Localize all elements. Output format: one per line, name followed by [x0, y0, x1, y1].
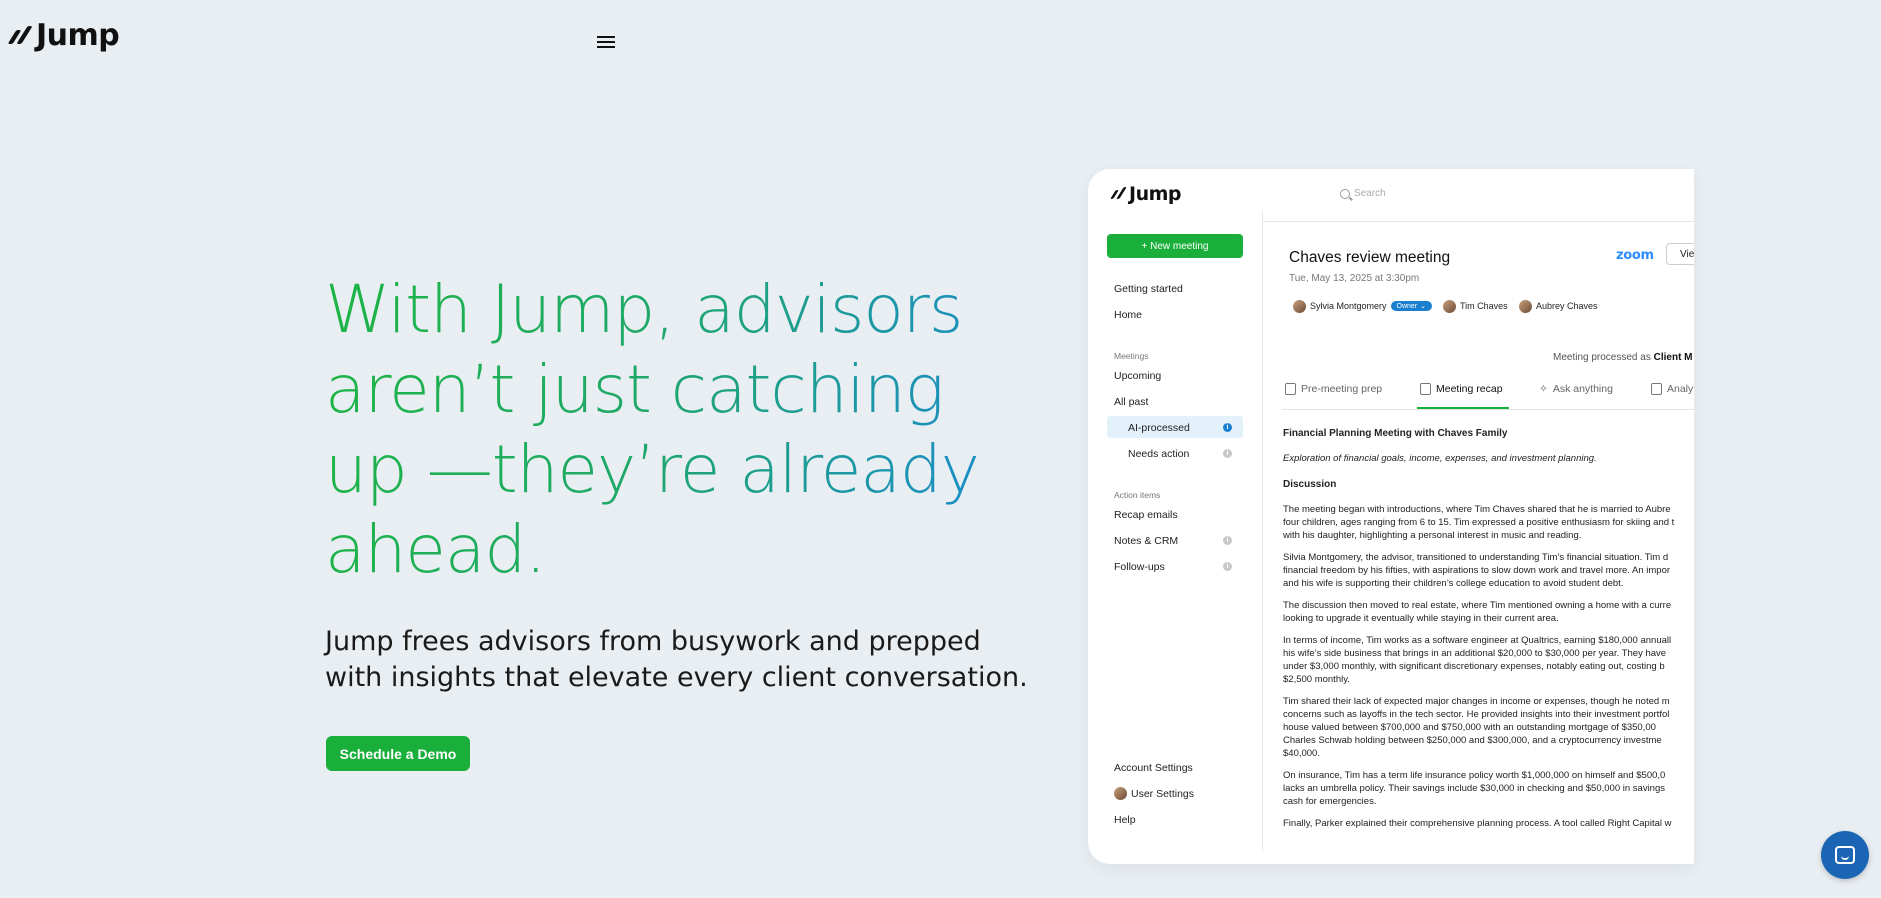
app-search-input[interactable]: Search — [1340, 188, 1386, 199]
file-icon — [1420, 383, 1431, 395]
sidebar-divider — [1262, 211, 1263, 851]
new-meeting-button[interactable]: + New meeting — [1107, 234, 1243, 258]
search-placeholder: Search — [1354, 188, 1386, 199]
recap-paragraph: Finally, Parker explained their comprehe… — [1283, 818, 1672, 829]
participant-chip[interactable]: Tim Chaves — [1443, 298, 1508, 314]
tabs-divider — [1282, 409, 1694, 410]
meeting-recap-content: Financial Planning Meeting with Chaves F… — [1283, 427, 1694, 839]
sidebar-item-follow-ups[interactable]: Follow-ups — [1114, 561, 1165, 573]
recap-paragraph: The discussion then moved to real estate… — [1283, 600, 1672, 624]
tab-label: Analy — [1667, 383, 1694, 395]
recap-paragraph: In terms of income, Tim works as a softw… — [1283, 635, 1672, 685]
info-icon: i — [1223, 562, 1232, 571]
view-button[interactable]: Vie — [1666, 243, 1694, 265]
menu-icon[interactable] — [597, 36, 615, 50]
sidebar-item-needs-action[interactable]: Needs action — [1128, 448, 1189, 460]
info-icon: i — [1223, 536, 1232, 545]
app-logo-text: Jump — [1129, 183, 1182, 205]
participant-name: Sylvia Montgomery — [1310, 301, 1387, 311]
owner-label: Owner — [1396, 302, 1418, 310]
avatar — [1293, 299, 1306, 313]
participant-chip[interactable]: Sylvia Montgomery Owner ⌄ — [1293, 298, 1433, 314]
document-icon — [1285, 383, 1296, 395]
sidebar-item-recap-emails[interactable]: Recap emails — [1114, 509, 1178, 521]
app-preview: Jump Search + New meeting Getting starte… — [1088, 169, 1694, 864]
hero-title: With Jump, advisors aren’t just catching… — [325, 270, 1025, 590]
avatar — [1443, 299, 1456, 313]
jump-logo-icon — [1110, 187, 1127, 201]
chat-icon — [1835, 846, 1855, 864]
jump-logo-icon — [6, 24, 33, 48]
sidebar-item-notes-crm[interactable]: Notes & CRM — [1114, 535, 1178, 547]
owner-badge[interactable]: Owner ⌄ — [1390, 301, 1433, 311]
tab-ask-anything[interactable]: ✧ Ask anything — [1539, 383, 1613, 395]
tab-pre-meeting-prep[interactable]: Pre-meeting prep — [1285, 383, 1382, 395]
sidebar-item-account-settings[interactable]: Account Settings — [1114, 762, 1193, 774]
processed-status: Meeting processed as Client M — [1553, 352, 1693, 363]
chart-icon — [1651, 383, 1662, 395]
avatar — [1114, 787, 1127, 800]
meeting-date: Tue, May 13, 2025 at 3:30pm — [1289, 273, 1420, 284]
tab-label: Ask anything — [1552, 383, 1613, 395]
tab-label: Pre-meeting prep — [1301, 383, 1383, 395]
brand-name: Jump — [36, 18, 120, 53]
recap-paragraph: The meeting began with introductions, wh… — [1283, 504, 1675, 541]
sparkle-icon: ✧ — [1539, 383, 1548, 395]
hero-subtitle: Jump frees advisors from busywork and pr… — [325, 626, 1028, 693]
schedule-demo-button[interactable]: Schedule a Demo — [326, 736, 470, 771]
chat-launcher-button[interactable] — [1821, 831, 1869, 879]
sidebar-item-user-settings[interactable]: User Settings — [1114, 787, 1194, 800]
info-icon: i — [1223, 423, 1232, 432]
app-logo: Jump — [1110, 183, 1182, 205]
recap-summary: Exploration of financial goals, income, … — [1283, 453, 1597, 464]
zoom-logo: zoom — [1616, 248, 1654, 263]
sidebar-item-home[interactable]: Home — [1114, 309, 1142, 321]
participant-chip[interactable]: Aubrey Chaves — [1519, 298, 1598, 314]
recap-paragraph: On insurance, Tim has a term life insura… — [1283, 770, 1666, 807]
brand-logo[interactable]: Jump — [6, 18, 120, 53]
tab-meeting-recap[interactable]: Meeting recap — [1420, 383, 1503, 395]
processed-type[interactable]: Client M — [1654, 352, 1693, 363]
participant-name: Aubrey Chaves — [1536, 301, 1598, 311]
chevron-down-icon: ⌄ — [1420, 303, 1427, 310]
sidebar-item-upcoming[interactable]: Upcoming — [1114, 370, 1161, 382]
info-icon: i — [1223, 449, 1232, 458]
sidebar-item-getting-started[interactable]: Getting started — [1114, 283, 1183, 295]
sidebar-item-ai-processed[interactable]: AI-processed — [1128, 422, 1190, 434]
recap-section-title: Discussion — [1283, 479, 1337, 490]
recap-paragraph: Silvia Montgomery, the advisor, transiti… — [1283, 552, 1671, 589]
processed-prefix: Meeting processed as — [1553, 352, 1651, 363]
meeting-title: Chaves review meeting — [1289, 249, 1451, 266]
search-icon — [1340, 188, 1350, 199]
header-divider — [1262, 221, 1694, 222]
user-settings-label: User Settings — [1131, 787, 1195, 800]
recap-paragraph: Tim shared their lack of expected major … — [1283, 696, 1670, 759]
tab-label: Meeting recap — [1436, 383, 1503, 395]
avatar — [1519, 299, 1532, 313]
sidebar-item-all-past[interactable]: All past — [1114, 396, 1148, 408]
sidebar-item-help[interactable]: Help — [1114, 814, 1136, 826]
sidebar-section-meetings: Meetings — [1114, 351, 1149, 361]
active-tab-indicator — [1417, 407, 1509, 409]
tab-analytics[interactable]: Analy — [1651, 383, 1693, 395]
participant-name: Tim Chaves — [1460, 301, 1508, 311]
recap-heading: Financial Planning Meeting with Chaves F… — [1283, 428, 1508, 439]
sidebar-section-action-items: Action items — [1114, 490, 1161, 500]
